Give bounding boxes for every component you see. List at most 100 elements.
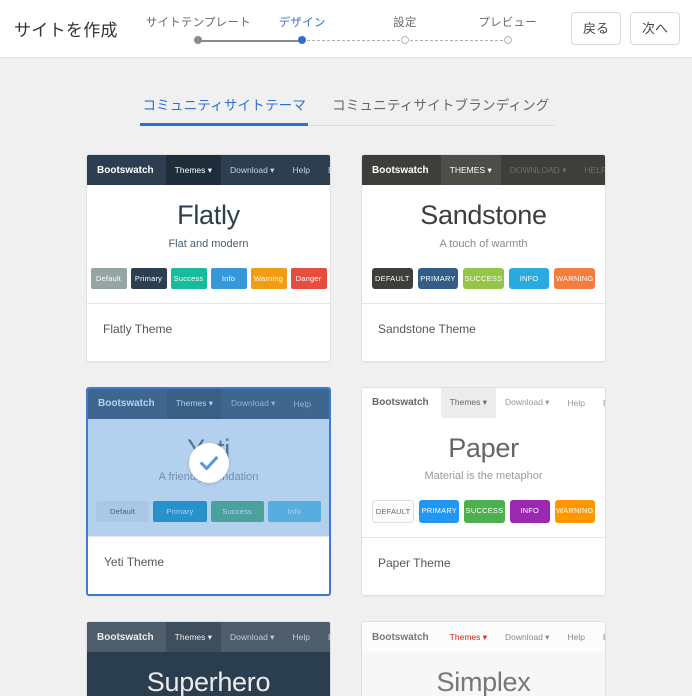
wizard-step-label: デザイン <box>278 17 326 29</box>
preview-button-row: Default Primary Success Info <box>88 495 329 536</box>
preview-navbar-item: Blog <box>594 388 605 418</box>
theme-preview: BootswatchThemes ▾Download ▾HelpBlogPape… <box>362 387 605 538</box>
preview-button: Default <box>96 501 150 523</box>
preview-button-row: DEFAULT PRIMARY SUCCESS INFO WARNING <box>362 262 605 303</box>
preview-navbar: BootswatchTHEMES ▾DOWNLOAD ▾HELPBLOG <box>362 155 605 185</box>
preview-button: Default <box>90 267 127 289</box>
preview-navbar-item: Themes ▾ <box>166 388 223 419</box>
wizard-step-label: 設定 <box>393 17 417 29</box>
theme-preview: BootswatchThemes ▾Download ▾HelpBlogFlat… <box>87 155 330 303</box>
preview-button: Danger <box>290 267 327 289</box>
preview-navbar-item: Blog <box>320 389 330 419</box>
theme-preview: Bootswatch Themes ▾ Download ▾ Help Blog Simp… <box>362 622 605 696</box>
theme-card[interactable]: Bootswatch Themes ▾ Download ▾ Help Blog Simp… <box>361 621 606 696</box>
preview-navbar: Bootswatch Themes ▾ Download ▾ Help Blog <box>87 622 330 653</box>
tab-1[interactable]: コミュニティサイトテーマ <box>140 94 309 126</box>
preview-navbar-item: Themes ▾ <box>440 387 497 418</box>
preview-navbar-item: Download ▾ <box>505 631 550 642</box>
preview-button: INFO <box>508 267 550 289</box>
tab-list: コミュニティサイトテーマ コミュニティサイトブランディング <box>138 94 554 126</box>
preview-theme-tagline: A touch of warmth <box>439 237 528 250</box>
preview-navbar-brand: Bootswatch <box>97 631 154 643</box>
wizard-step-label: サイトテンプレート <box>145 17 251 29</box>
preview-navbar-brand: Bootswatch <box>372 631 429 643</box>
page-title: サイトを作成 <box>14 21 118 40</box>
preview-button: Primary <box>153 501 207 523</box>
wizard-step-dot <box>298 36 307 44</box>
preview-theme-name: Paper <box>448 432 519 463</box>
theme-card[interactable]: Bootswatch Themes ▾ Download ▾ Help Blog Yeti… <box>86 386 331 597</box>
wizard-step-1[interactable]: サイトテンプレート <box>145 14 304 45</box>
preview-theme-name: Sandstone <box>420 200 547 230</box>
preview-button: PRIMARY <box>417 267 459 289</box>
preview-theme-tagline: Flat and modern <box>168 237 249 250</box>
preview-navbar-brand: Bootswatch <box>372 397 429 409</box>
preview-button: Success <box>210 501 264 523</box>
header-actions: 戻る 次へ <box>570 12 680 45</box>
preview-navbar: Bootswatch Themes ▾ Download ▾ Help Blog <box>362 622 605 653</box>
wizard-step-dot <box>503 36 512 44</box>
preview-navbar-item: Help <box>567 397 585 408</box>
preview-button: Success <box>170 267 207 289</box>
preview-navbar-item: THEMES ▾ <box>440 155 501 185</box>
preview-navbar-item: Themes ▾ <box>440 622 497 653</box>
preview-navbar: Bootswatch Themes ▾ Download ▾ Help Blog <box>88 388 330 419</box>
theme-card[interactable]: BootswatchThemes ▾Download ▾HelpBlogFlat… <box>86 154 331 362</box>
preview-navbar-item: Download ▾ <box>231 398 276 409</box>
preview-button-row: Default Primary Success Info Warning Danger <box>87 262 330 303</box>
theme-card[interactable]: Bootswatch Themes ▾ Download ▾ Help Blog Supe… <box>86 621 331 696</box>
wizard-step-dot <box>194 36 203 44</box>
preview-navbar: Bootswatch Themes ▾ Download ▾ Help Blog <box>362 387 605 418</box>
preview-navbar: Bootswatch Themes ▾ Download ▾ Help Blog <box>87 155 330 185</box>
preview-navbar-brand: Bootswatch <box>372 164 429 176</box>
preview-theme-name: Flatly <box>177 200 240 230</box>
theme-card[interactable]: BootswatchThemes ▾Download ▾HelpBlogPape… <box>361 386 606 597</box>
theme-preview: BootswatchTHEMES ▾DOWNLOAD ▾HELPBLOGSand… <box>362 155 605 303</box>
preview-hero: Superhero <box>87 652 330 696</box>
preview-navbar-item: Help <box>292 632 310 643</box>
preview-theme-name: Superhero <box>146 667 271 696</box>
wizard-stepper: サイトテンプレート デザイン 設定 プレビュー <box>146 12 559 45</box>
preview-theme-name: Simplex <box>436 667 531 696</box>
preview-navbar-item: Blog <box>594 622 605 652</box>
preview-navbar-item: Blog <box>319 622 330 652</box>
preview-navbar-item: Themes ▾ <box>165 155 222 185</box>
theme-card-label: Sandstone Theme <box>362 302 605 361</box>
preview-navbar-brand: Bootswatch <box>98 398 155 410</box>
preview-navbar-item: Help <box>292 165 310 175</box>
preview-navbar-brand: Bootswatch <box>97 164 154 176</box>
preview-button: DEFAULT <box>372 500 415 524</box>
app-header: サイトを作成 サイトテンプレート デザイン 設定 プレビュー 戻る 次へ <box>0 0 692 58</box>
wizard-step-connector <box>404 40 508 41</box>
back-button[interactable]: 戻る <box>570 12 621 45</box>
preview-button: SUCCESS <box>463 267 504 289</box>
tab-2[interactable]: コミュニティサイトブランディング <box>330 94 551 126</box>
preview-navbar-item: DOWNLOAD ▾ <box>509 164 567 175</box>
theme-card-label: Yeti Theme <box>88 536 329 595</box>
preview-navbar-item: Themes ▾ <box>165 622 222 653</box>
theme-card-label: Paper Theme <box>362 537 605 596</box>
preview-hero: Flatly Flat and modern <box>87 185 330 262</box>
preview-hero: Paper Material is the metaphor <box>362 418 605 495</box>
preview-navbar-item: Help <box>567 632 585 643</box>
preview-navbar-item: Download ▾ <box>230 164 275 175</box>
preview-button: PRIMARY <box>419 500 460 524</box>
preview-navbar-item: Blog <box>319 155 330 185</box>
preview-hero: Simplex <box>362 652 605 696</box>
preview-button: WARNING <box>554 267 595 289</box>
preview-button: Info <box>210 267 247 289</box>
wizard-step-connector <box>302 40 405 41</box>
preview-navbar-item: HELP <box>584 165 606 175</box>
preview-button: Info <box>267 501 321 523</box>
preview-hero: Sandstone A touch of warmth <box>362 185 605 262</box>
wizard-step-connector <box>198 40 304 42</box>
wizard-step-label: プレビュー <box>478 17 537 29</box>
next-button[interactable]: 次へ <box>629 12 680 45</box>
check-icon <box>188 442 229 483</box>
preview-navbar-item: Download ▾ <box>505 397 550 408</box>
preview-button: WARNING <box>554 500 596 524</box>
theme-card[interactable]: BootswatchTHEMES ▾DOWNLOAD ▾HELPBLOGSand… <box>361 154 606 362</box>
theme-grid: BootswatchThemes ▾Download ▾HelpBlogFlat… <box>86 154 606 696</box>
tabs-container: コミュニティサイトテーマ コミュニティサイトブランディング <box>0 58 692 126</box>
preview-button-row: DEFAULT PRIMARY SUCCESS INFO WARNING <box>362 494 605 537</box>
